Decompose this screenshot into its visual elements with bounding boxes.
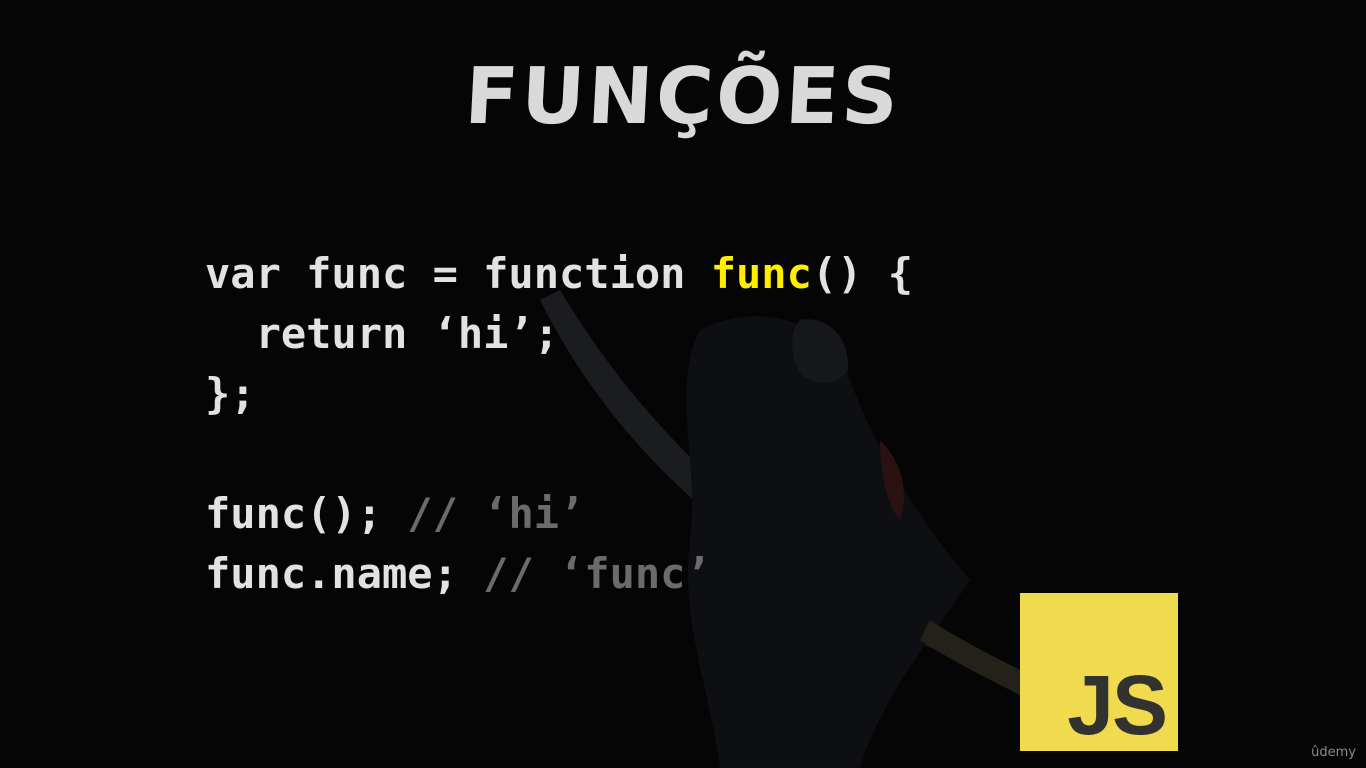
code-comment: // ‘func’: [483, 549, 711, 598]
udemy-watermark: ûdemy: [1311, 745, 1356, 760]
code-rest-segment: () {: [811, 249, 914, 298]
js-logo-text: JS: [1067, 658, 1168, 752]
slide-title: Funções: [462, 52, 904, 142]
code-line-4-blank: [205, 424, 913, 484]
code-name-segment: func.name;: [205, 549, 484, 598]
code-line-5: func(); // ‘hi’: [205, 484, 913, 544]
code-block: var func = function func() { return ‘hi’…: [205, 244, 913, 604]
code-call-segment: func();: [205, 489, 408, 538]
code-line-6: func.name; // ‘func’: [205, 544, 913, 604]
code-keyword-segment: var func = function: [205, 249, 711, 298]
code-line-2: return ‘hi’;: [205, 309, 560, 358]
function-name-highlight: func: [710, 249, 812, 298]
slide: Funções var func = function func() { ret…: [0, 0, 1366, 768]
code-line-3: };: [205, 369, 256, 418]
code-comment: // ‘hi’: [407, 489, 585, 538]
code-line-1: var func = function func() {: [205, 244, 913, 304]
javascript-logo-icon: JS: [1020, 593, 1178, 751]
